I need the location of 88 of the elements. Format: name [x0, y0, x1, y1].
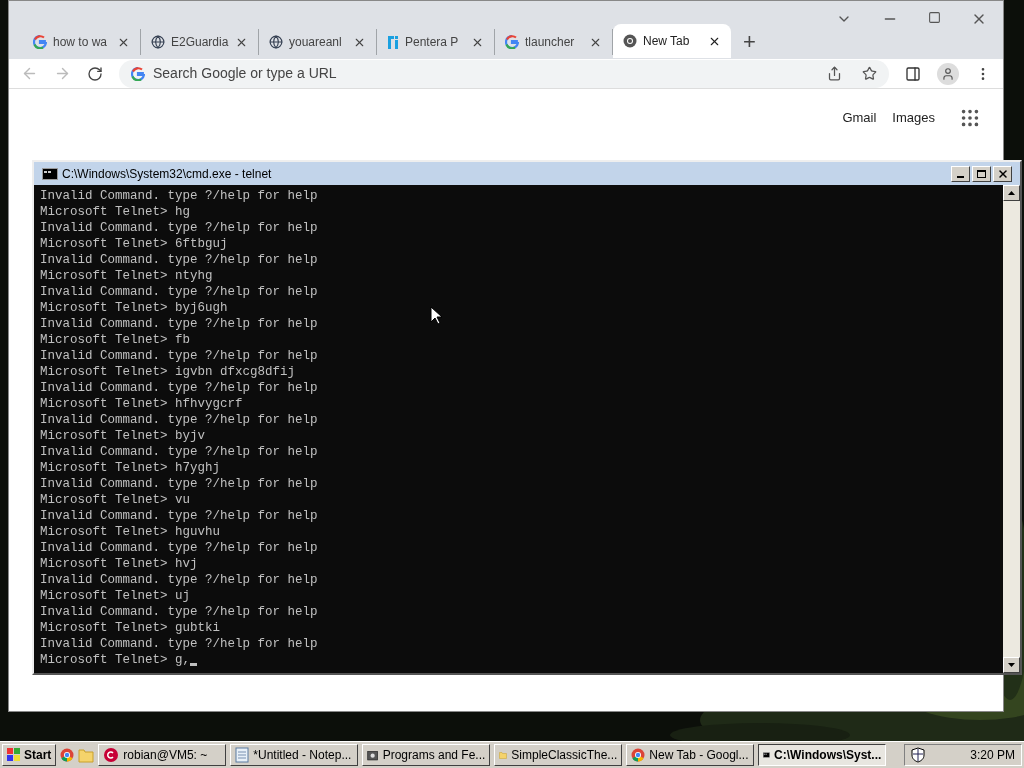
close-button[interactable] — [993, 165, 1012, 182]
shield-icon[interactable] — [911, 747, 925, 763]
console-line: Microsoft Telnet> fb — [40, 332, 191, 348]
taskbar-button[interactable]: robian@VM5: ~ — [98, 744, 227, 766]
console-line: Invalid Command. type ?/help for help — [40, 604, 318, 620]
browser-tab[interactable]: Pentera P — [377, 29, 495, 55]
windows-logo-icon — [7, 748, 21, 762]
scrollbar[interactable] — [1003, 185, 1020, 673]
console-line: Microsoft Telnet> byj6ugh — [40, 300, 228, 316]
scroll-up-icon[interactable] — [1008, 191, 1015, 195]
console-line: Invalid Command. type ?/help for help — [40, 508, 318, 524]
console-line: Invalid Command. type ?/help for help — [40, 220, 318, 236]
console-line: Invalid Command. type ?/help for help — [40, 380, 318, 396]
tab-title: New Tab — [643, 33, 691, 50]
console-line: Microsoft Telnet> hfhvygcrf — [40, 396, 243, 412]
console-line: Microsoft Telnet> hg — [40, 204, 191, 220]
globe-icon — [151, 35, 165, 49]
taskbar-button[interactable]: C:\Windows\Syst... — [758, 744, 887, 766]
console-line: Microsoft Telnet> h7yghj — [40, 460, 221, 476]
swirl-icon — [103, 747, 120, 763]
console-line: Invalid Command. type ?/help for help — [40, 412, 318, 428]
minimize-icon — [957, 176, 964, 178]
browser-tab[interactable]: how to wa — [23, 29, 141, 55]
maximize-icon[interactable] — [928, 11, 941, 24]
chrome-icon — [60, 748, 75, 762]
scroll-down-icon[interactable] — [1008, 663, 1015, 667]
console-line: Invalid Command. type ?/help for help — [40, 348, 318, 364]
minimize-button[interactable] — [951, 165, 970, 182]
notepad-icon — [235, 747, 250, 763]
close-icon — [996, 167, 1009, 180]
maximize-button[interactable] — [972, 165, 991, 182]
header-link[interactable]: Images — [892, 108, 935, 128]
logo-icon — [387, 35, 399, 49]
console-line: Invalid Command. type ?/help for help — [40, 316, 318, 332]
console-line: Microsoft Telnet> uj — [40, 588, 191, 604]
google-icon — [33, 35, 47, 49]
mouse-pointer-icon — [430, 306, 442, 325]
header-link[interactable]: Gmail — [842, 108, 877, 128]
console-line: Invalid Command. type ?/help for help — [40, 252, 318, 268]
google-icon — [131, 66, 145, 81]
browser-tab[interactable]: E2Guardia — [141, 29, 259, 55]
console-line: Invalid Command. type ?/help for help — [40, 540, 318, 556]
tab-title: E2Guardia — [171, 34, 229, 51]
globe-icon — [269, 35, 283, 49]
taskbar-button[interactable]: New Tab - Googl... — [626, 744, 755, 766]
window-title: C:\Windows\System32\cmd.exe - telnet — [62, 165, 273, 183]
maximize-icon — [977, 169, 986, 178]
clock: 3:20 PM — [970, 747, 1015, 764]
console-icon — [42, 167, 58, 180]
reload-icon[interactable] — [87, 65, 103, 82]
console-line: Invalid Command. type ?/help for help — [40, 284, 318, 300]
share-icon[interactable] — [827, 66, 842, 81]
address-input[interactable]: Search Google or type a URL — [153, 63, 819, 84]
tab-title: how to wa — [53, 34, 109, 51]
console-prompt: Microsoft Telnet> g, — [40, 652, 191, 668]
chrome-icon — [623, 34, 637, 48]
console-line: Invalid Command. type ?/help for help — [40, 636, 318, 652]
console-line: Invalid Command. type ?/help for help — [40, 444, 318, 460]
taskbar-button[interactable]: Programs and Fe... — [362, 744, 491, 766]
text-cursor — [190, 663, 198, 666]
console-line: Microsoft Telnet> hguvhu — [40, 524, 221, 540]
browser-tab[interactable]: youareanl — [259, 29, 377, 55]
console-line: Microsoft Telnet> igvbn dfxcg8dfij — [40, 364, 296, 380]
console-line: Microsoft Telnet> byjv — [40, 428, 206, 444]
new-tab-button[interactable]: + — [743, 31, 756, 53]
star-icon[interactable] — [862, 66, 877, 81]
console-line: Invalid Command. type ?/help for help — [40, 476, 318, 492]
tab-title: tlauncher — [525, 34, 576, 51]
taskbar-button[interactable]: SimpleClassicThe... — [494, 744, 623, 766]
console-line: Microsoft Telnet> hvj — [40, 556, 198, 572]
tab-title: youareanl — [289, 34, 343, 51]
console-icon — [763, 749, 771, 761]
console-line: Microsoft Telnet> gubtki — [40, 620, 221, 636]
start-button[interactable]: Start — [2, 744, 57, 766]
tab-title: Pentera P — [405, 34, 460, 51]
console-line: Microsoft Telnet> 6ftbguj — [40, 236, 228, 252]
console-line: Invalid Command. type ?/help for help — [40, 572, 318, 588]
taskbar-button[interactable]: *Untitled - Notep... — [230, 744, 359, 766]
browser-tab[interactable]: New Tab — [613, 24, 731, 58]
side-panel-icon[interactable] — [905, 65, 921, 82]
address-bar[interactable]: Search Google or type a URL — [119, 59, 889, 88]
apps-icon[interactable] — [959, 107, 981, 129]
console-line: Invalid Command. type ?/help for help — [40, 188, 318, 204]
console-line: Microsoft Telnet> vu — [40, 492, 191, 508]
chrome-icon — [631, 748, 646, 762]
console-line: Microsoft Telnet> ntyhg — [40, 268, 213, 284]
profile-avatar[interactable] — [937, 62, 959, 85]
google-icon — [505, 35, 519, 49]
